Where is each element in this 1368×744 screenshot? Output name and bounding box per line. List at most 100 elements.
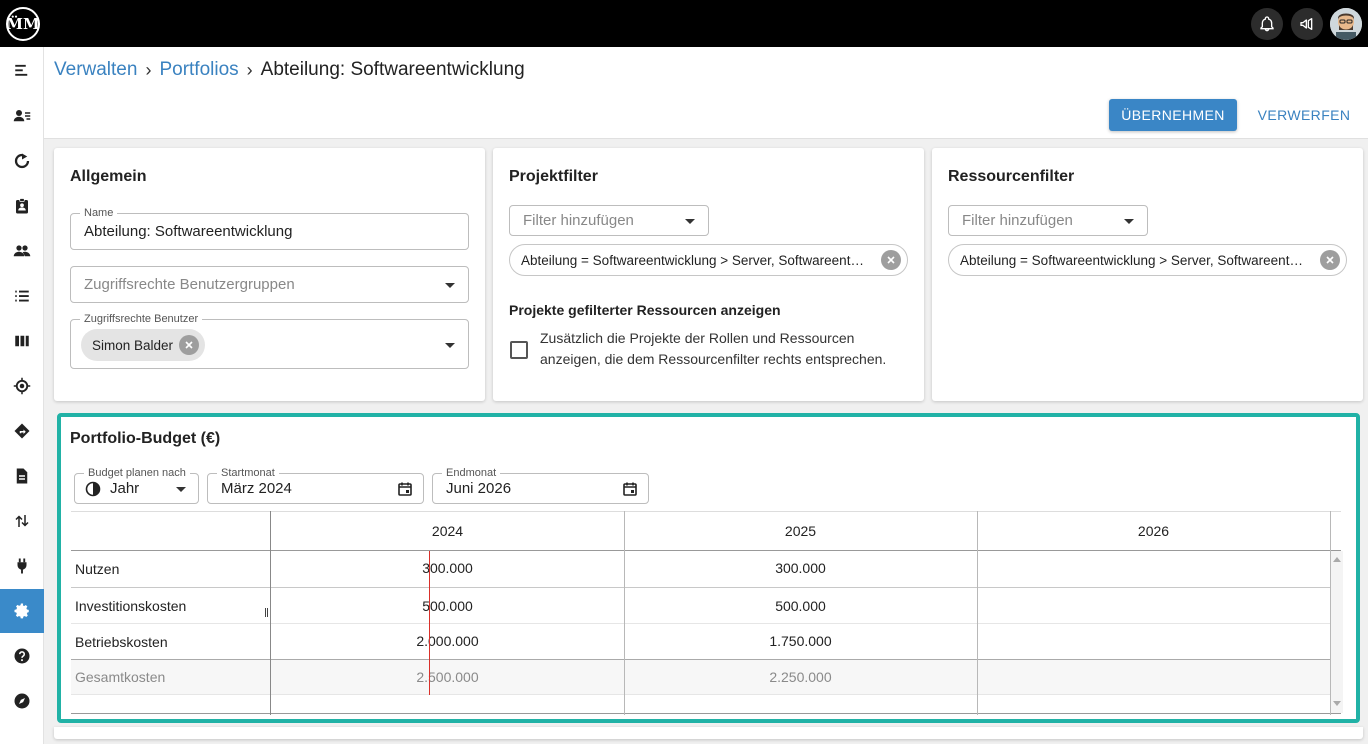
sidebar (0, 47, 44, 744)
user-groups-select[interactable]: Zugriffsrechte Benutzergruppen (70, 266, 469, 303)
gear-icon (14, 603, 29, 619)
resource-filter-placeholder: Filter hinzufügen (962, 212, 1073, 229)
column-header-2024: 2024 (431, 522, 464, 539)
top-bar: M̈M (0, 0, 1368, 47)
sidebar-item-list[interactable] (0, 274, 44, 318)
chevron-down-icon (176, 487, 186, 492)
refresh-chart-icon (14, 153, 30, 169)
bell-icon[interactable] (1251, 8, 1283, 40)
chip-remove-icon[interactable] (881, 250, 901, 270)
breadcrumb-separator: › (145, 59, 152, 80)
target-icon (13, 377, 31, 395)
table-cell (977, 660, 1330, 694)
show-filtered-projects-line1: Zusätzlich die Projekte der Rollen und R… (540, 330, 855, 346)
sidebar-item-settings[interactable] (0, 589, 44, 633)
table-cell[interactable] (977, 551, 1330, 585)
show-filtered-projects-checkbox[interactable] (510, 341, 528, 359)
scroll-up-icon[interactable] (1333, 557, 1341, 562)
name-field-label: Name (80, 207, 118, 219)
column-header-2026: 2026 (1137, 522, 1170, 539)
plug-icon (17, 558, 27, 574)
plan-by-value: Jahr (110, 480, 140, 497)
table-divider (71, 694, 1331, 695)
column-resize-handle[interactable] (265, 608, 268, 617)
start-month-label: Startmonat (217, 467, 279, 479)
sidebar-item-documents[interactable] (0, 454, 44, 498)
table-cell[interactable]: 1.750.000 (624, 624, 977, 657)
help-icon (14, 648, 30, 664)
table-scrollbar[interactable] (1331, 551, 1343, 713)
apply-button[interactable]: ÜBERNEHMEN (1109, 99, 1237, 131)
list-icon (15, 290, 29, 302)
sidebar-item-users[interactable] (0, 94, 44, 138)
page-header: Verwalten › Portfolios › Abteilung: Soft… (44, 47, 1368, 139)
resource-filter-add-select[interactable]: Filter hinzufügen (948, 205, 1148, 236)
portfolio-budget-title: Portfolio-Budget (€) (70, 430, 221, 447)
sidebar-item-explore[interactable] (0, 679, 44, 723)
resource-filter-chip: Abteilung = Softwareentwicklung > Server… (948, 244, 1347, 276)
table-cell[interactable]: 2.000.000 (271, 624, 624, 657)
user-chip-label: Simon Balder (92, 337, 174, 353)
sidebar-item-assignments[interactable] (0, 184, 44, 228)
current-date-marker (429, 551, 430, 695)
portfolio-budget-card: Portfolio-Budget (€) Budget planen nach … (57, 413, 1360, 723)
document-icon (16, 468, 28, 484)
table-row-label: Investitionskosten (75, 597, 187, 614)
table-cell[interactable]: 500.000 (271, 588, 624, 623)
chip-remove-icon[interactable] (1320, 250, 1340, 270)
table-divider (71, 713, 1341, 714)
sidebar-item-board[interactable] (0, 319, 44, 363)
discard-button[interactable]: VERWERFEN (1254, 99, 1354, 131)
table-cell[interactable] (977, 588, 1330, 623)
megaphone-icon[interactable] (1291, 8, 1323, 40)
calendar-icon[interactable] (622, 481, 638, 497)
chip-remove-icon[interactable] (179, 335, 199, 355)
project-filter-add-select[interactable]: Filter hinzufügen (509, 205, 709, 236)
user-groups-placeholder: Zugriffsrechte Benutzergruppen (84, 276, 295, 293)
project-filter-title: Projektfilter (509, 168, 598, 185)
table-row-label: Nutzen (75, 561, 120, 577)
sidebar-item-help[interactable] (0, 634, 44, 678)
end-month-field[interactable]: Endmonat Juni 2026 (432, 467, 649, 504)
app-logo[interactable]: M̈M (6, 7, 40, 41)
users-select[interactable]: Zugriffsrechte Benutzer Simon Balder (70, 313, 469, 369)
sidebar-item-dashboard[interactable] (0, 139, 44, 183)
menu-icon (15, 64, 28, 76)
breadcrumb: Verwalten › Portfolios › Abteilung: Soft… (54, 59, 525, 81)
plan-by-label: Budget planen nach (84, 467, 190, 479)
user-avatar[interactable] (1330, 8, 1362, 40)
table-cell[interactable]: 300.000 (271, 551, 624, 585)
compass-icon (14, 693, 30, 709)
start-month-field[interactable]: Startmonat März 2024 (207, 467, 424, 504)
table-cell[interactable]: 300.000 (624, 551, 977, 585)
page-title: Abteilung: Softwareentwicklung (260, 59, 525, 80)
table-cell[interactable]: 500.000 (624, 588, 977, 623)
sidebar-item-directions[interactable] (0, 409, 44, 453)
chevron-down-icon (445, 343, 455, 348)
sidebar-item-menu[interactable] (0, 49, 44, 93)
plan-by-select[interactable]: Budget planen nach Jahr (74, 467, 199, 504)
general-card-title: Allgemein (70, 168, 147, 185)
name-field[interactable]: Name Abteilung: Softwareentwicklung (70, 207, 469, 250)
table-cell[interactable] (977, 624, 1330, 657)
table-cell: 2.500.000 (416, 669, 479, 685)
sidebar-item-integrations[interactable] (0, 544, 44, 588)
resource-filter-title: Ressourcenfilter (948, 168, 1075, 185)
users-field-label: Zugriffsrechte Benutzer (80, 313, 203, 325)
resource-filter-chip-label: Abteilung = Softwareentwicklung > Server… (960, 252, 1312, 268)
general-card: Allgemein Name Abteilung: Softwareentwic… (54, 148, 485, 401)
sidebar-item-target[interactable] (0, 364, 44, 408)
chevron-down-icon (685, 219, 695, 224)
people-icon (13, 245, 31, 257)
breadcrumb-link-manage[interactable]: Verwalten (54, 59, 137, 81)
scroll-down-icon[interactable] (1333, 701, 1341, 706)
show-filtered-projects-heading: Projekte gefilterter Ressourcen anzeigen (509, 302, 781, 318)
table-row-label: Betriebskosten (75, 633, 168, 650)
sidebar-item-people[interactable] (0, 229, 44, 273)
card-footer-edge (54, 727, 1363, 739)
table-cell: 2.250.000 (769, 669, 832, 685)
end-month-label: Endmonat (442, 467, 501, 479)
calendar-icon[interactable] (397, 481, 413, 497)
sidebar-item-transfer[interactable] (0, 499, 44, 543)
breadcrumb-link-portfolios[interactable]: Portfolios (159, 59, 238, 81)
